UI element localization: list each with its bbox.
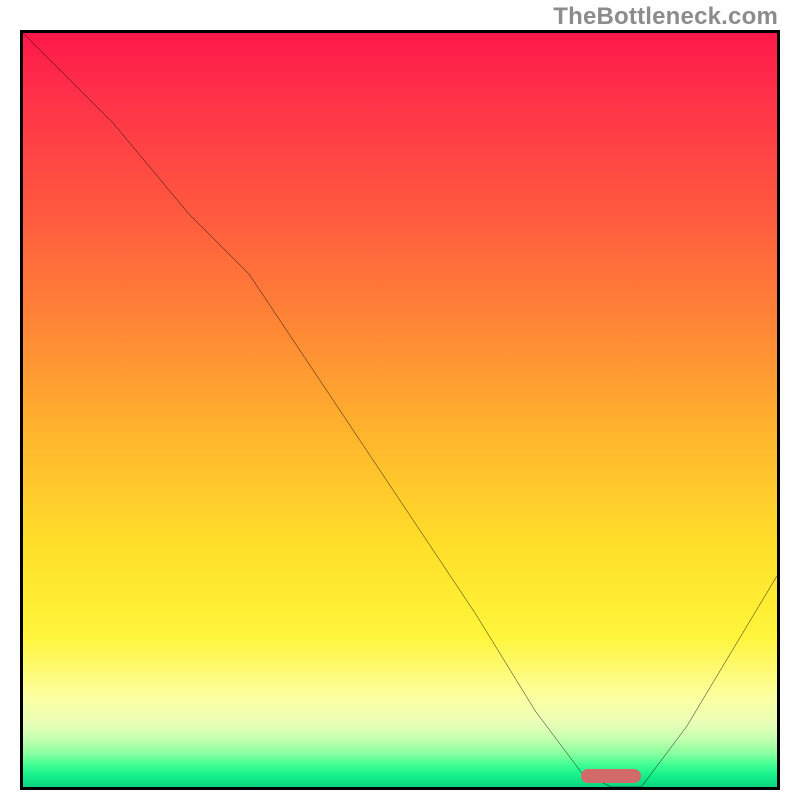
optimal-zone-marker [581, 769, 641, 783]
watermark-text: TheBottleneck.com [553, 3, 778, 31]
chart-gradient-background [23, 33, 777, 787]
chart-frame [20, 30, 780, 790]
